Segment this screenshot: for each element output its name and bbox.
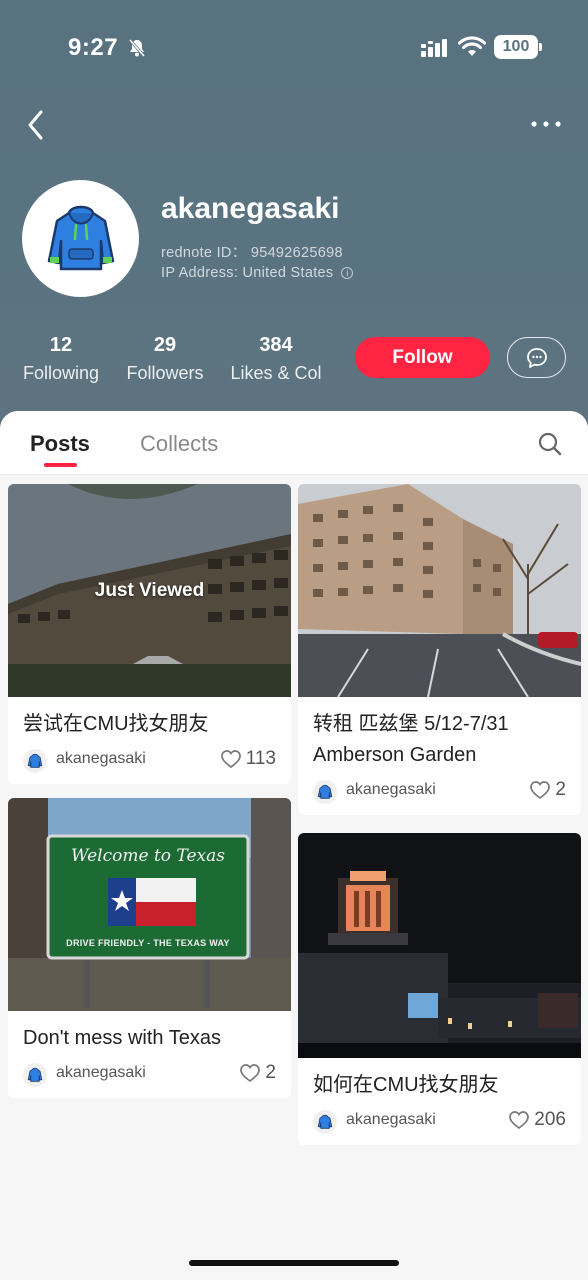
post-author[interactable]: akanegasaki <box>56 750 146 768</box>
hoodie-avatar-icon <box>317 784 333 799</box>
author-avatar[interactable] <box>23 749 47 773</box>
post-footer: akanegasaki 2 <box>298 771 581 815</box>
ip-address-text: IP Address: United States <box>161 265 334 281</box>
tab-collects[interactable]: Collects <box>140 431 218 457</box>
back-chevron-icon[interactable] <box>24 108 48 142</box>
just-viewed-label: Just Viewed <box>94 580 205 601</box>
author-avatar[interactable] <box>23 1063 47 1087</box>
post-title: 尝试在CMU找女朋友 <box>23 713 209 735</box>
search-icon[interactable] <box>537 431 563 457</box>
texas-sign-heading: Welcome to Texas <box>71 846 225 866</box>
profile-header: 9:27 100 akanegasaki rednote ID： 9549262… <box>0 0 588 440</box>
post-cover-image <box>298 833 581 1058</box>
heart-icon <box>240 1064 261 1083</box>
message-button[interactable] <box>507 337 566 378</box>
hoodie-avatar-icon <box>27 1067 43 1082</box>
heart-icon <box>509 1111 530 1130</box>
like-count[interactable]: 2 <box>239 1062 276 1084</box>
hoodie-avatar-icon <box>27 753 43 768</box>
ip-address: IP Address: United States i <box>161 265 354 281</box>
post-card[interactable]: Just Viewed 尝试在CMU找女朋友 akanegasaki 113 <box>8 484 291 784</box>
stat-label: Followers <box>126 363 204 383</box>
like-count[interactable]: 206 <box>508 1109 566 1131</box>
heart-icon <box>530 781 551 800</box>
wifi-icon <box>458 36 486 56</box>
chat-bubble-icon <box>526 347 547 368</box>
more-options-icon[interactable] <box>528 114 564 134</box>
like-count[interactable]: 113 <box>220 748 276 770</box>
tab-bar: Posts Collects <box>0 411 588 475</box>
stat-label: Following <box>22 363 100 383</box>
like-count-value: 206 <box>534 1109 566 1130</box>
post-author[interactable]: akanegasaki <box>346 1111 436 1129</box>
post-title: 转租 匹兹堡 5/12-7/31 Amberson Garden <box>313 713 509 766</box>
post-card[interactable]: 如何在CMU找女朋友 akanegasaki 206 <box>298 833 581 1145</box>
battery-indicator: 100 <box>494 35 538 59</box>
post-footer: akanegasaki 206 <box>298 1101 581 1145</box>
post-card[interactable]: Welcome to Texas DRIVE FRIENDLY - THE TE… <box>8 798 291 1098</box>
rednote-id[interactable]: rednote ID： 95492625698 <box>161 241 343 262</box>
post-footer: akanegasaki 113 <box>8 740 291 784</box>
active-tab-indicator <box>44 463 77 467</box>
battery-tip <box>539 43 542 51</box>
stat-value: 384 <box>259 334 293 356</box>
profile-username: akanegasaki <box>161 192 340 225</box>
stat-value: 29 <box>153 334 177 356</box>
post-footer: akanegasaki 2 <box>8 1054 291 1098</box>
follow-button[interactable]: Follow <box>355 337 490 378</box>
post-cover-image: Just Viewed <box>8 484 291 697</box>
like-count-value: 2 <box>555 779 566 800</box>
info-icon[interactable]: i <box>341 267 354 279</box>
author-avatar[interactable] <box>313 1110 337 1134</box>
hoodie-avatar-icon <box>317 1114 333 1129</box>
like-count-value: 2 <box>265 1062 276 1083</box>
stat-value: 12 <box>49 334 73 356</box>
content-panel: Posts Collects Just Viewed 尝试在CMU找女朋友 ak… <box>0 411 588 1280</box>
post-title: Don't mess with Texas <box>23 1027 221 1049</box>
post-cover-image <box>298 484 581 697</box>
stat-followers[interactable]: 29 Followers <box>125 334 205 384</box>
cellular-signal-icon <box>421 39 447 57</box>
status-time: 9:27 <box>68 34 119 61</box>
tab-posts[interactable]: Posts <box>30 431 90 457</box>
post-card[interactable]: 转租 匹兹堡 5/12-7/31 Amberson Garden akanega… <box>298 484 581 815</box>
post-cover-image: Welcome to Texas DRIVE FRIENDLY - THE TE… <box>8 798 291 1011</box>
hoodie-avatar-icon <box>47 205 114 270</box>
stat-following[interactable]: 12 Following <box>22 334 100 384</box>
author-avatar[interactable] <box>313 780 337 804</box>
status-bar: 9:27 100 <box>0 0 588 95</box>
like-count-value: 113 <box>245 748 276 769</box>
home-indicator[interactable] <box>189 1260 399 1266</box>
texas-sign-subtext: DRIVE FRIENDLY - THE TEXAS WAY <box>66 938 230 948</box>
bell-muted-icon <box>128 39 146 57</box>
stat-label: Likes & Col <box>230 363 322 383</box>
heart-icon <box>220 750 241 769</box>
post-author[interactable]: akanegasaki <box>56 1064 146 1082</box>
post-title: 如何在CMU找女朋友 <box>313 1074 499 1096</box>
post-author[interactable]: akanegasaki <box>346 781 436 799</box>
stat-likes-collects[interactable]: 384 Likes & Col <box>228 334 324 384</box>
like-count[interactable]: 2 <box>529 779 566 801</box>
profile-avatar[interactable] <box>22 180 139 297</box>
